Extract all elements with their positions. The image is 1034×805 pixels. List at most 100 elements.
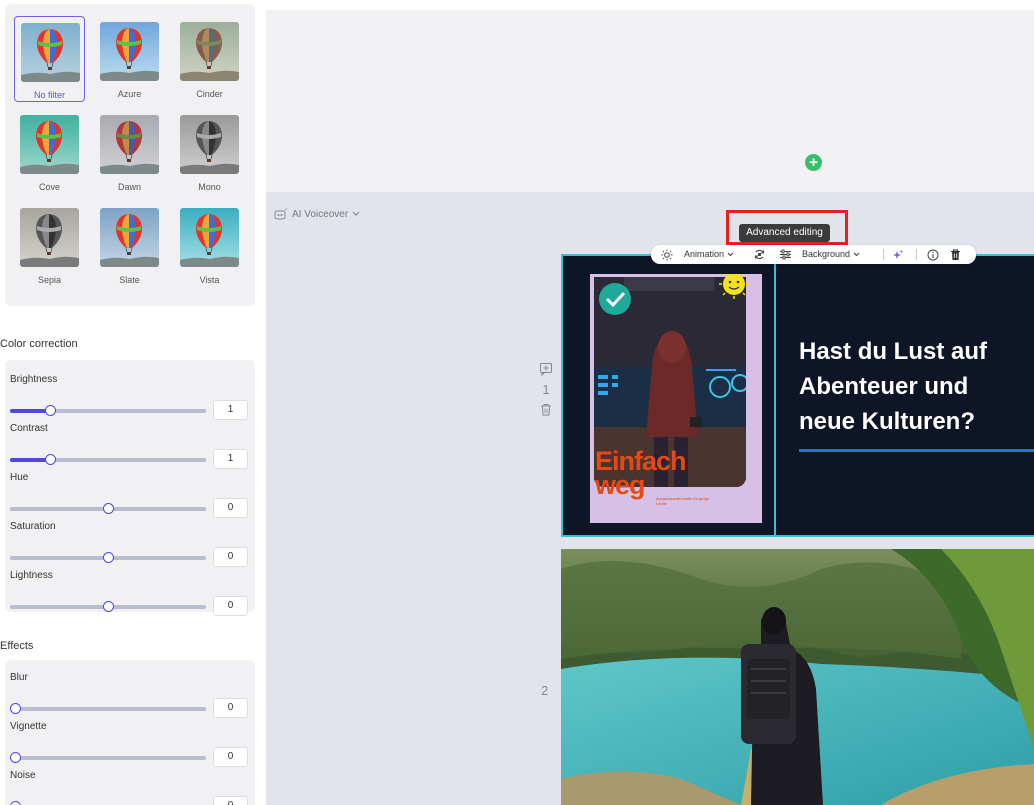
filter-option[interactable]: Azure (94, 16, 165, 102)
filter-option[interactable]: Mono (174, 109, 245, 195)
slider-value-input[interactable]: 0 (213, 547, 248, 567)
effect-slider-row: Blur 0 (5, 672, 255, 720)
slider-fill (10, 458, 50, 462)
lake-photo (561, 549, 1034, 805)
toolbar-separator (916, 249, 917, 260)
slider-label: Lightness (10, 570, 53, 581)
slider-knob[interactable] (103, 601, 114, 612)
poster-subtitle: Auslandsaufenthalte für junge Leute! (656, 496, 709, 506)
color-slider-row: Brightness 1 (5, 374, 255, 422)
slider-label: Hue (10, 472, 29, 483)
filter-label: Cove (38, 182, 60, 192)
slider-label: Contrast (10, 423, 48, 434)
filter-option[interactable]: Sepia (14, 202, 85, 288)
slider-fill (10, 409, 50, 413)
slide-heading[interactable]: Hast du Lust auf Abenteuer und neue Kult… (799, 334, 1034, 439)
badge-check-icon (599, 283, 631, 315)
editor-window: No filter Azure Cinder Cove Dawn Mono Sepia Sla… (0, 0, 1034, 805)
ai-voiceover-dropdown[interactable]: AI Voiceover (274, 208, 360, 220)
slider-track[interactable] (10, 552, 206, 563)
slider-knob[interactable] (10, 752, 21, 763)
add-page-button[interactable]: + (805, 154, 822, 171)
sun-smiley-icon (719, 274, 749, 299)
page1-controls: 1 (538, 362, 554, 416)
slider-value-input[interactable]: 1 (213, 449, 248, 469)
info-icon[interactable] (927, 245, 939, 264)
effect-slider-row: Noise 0 (5, 770, 255, 805)
filter-option[interactable]: Cove (14, 109, 85, 195)
heading-line: neue Kulturen? (799, 408, 976, 435)
slider-label: Vignette (10, 721, 47, 732)
color-slider-row: Contrast 1 (5, 423, 255, 471)
slider-value-input[interactable]: 0 (213, 596, 248, 616)
slider-value-input[interactable]: 0 (213, 698, 248, 718)
color-correction-box: Brightness 1 Contrast 1 Hue 0 Saturation 0 Light… (5, 360, 255, 616)
filter-thumbnail (20, 208, 79, 267)
slider-knob[interactable] (10, 801, 21, 805)
slider-value-input[interactable]: 1 (213, 400, 248, 420)
voiceover-label: AI Voiceover (292, 208, 349, 220)
color-correction-title: Color correction (0, 338, 78, 350)
color-slider-row: Hue 0 (5, 472, 255, 520)
filter-label: Slate (119, 275, 140, 285)
slider-knob[interactable] (103, 503, 114, 514)
chevron-down-icon (853, 252, 859, 257)
slider-track[interactable] (10, 752, 206, 763)
heading-line: Hast du Lust auf (799, 338, 988, 365)
slide-1[interactable]: Einfach weg Auslandsaufenthalte für jung… (561, 254, 1034, 537)
color-slider-row: Saturation 0 (5, 521, 255, 569)
slider-track[interactable] (10, 601, 206, 612)
slider-label: Blur (10, 672, 28, 683)
canvas-top-area (266, 10, 1034, 192)
advanced-editing-icon[interactable] (779, 245, 792, 264)
background-dropdown[interactable]: Background (802, 245, 860, 264)
brightness-icon[interactable] (661, 245, 673, 264)
slide-2[interactable] (561, 549, 1034, 805)
effects-title: Effects (0, 640, 34, 652)
slider-value-input[interactable]: 0 (213, 498, 248, 518)
filter-thumbnail (100, 208, 159, 267)
add-comment-icon[interactable] (539, 362, 553, 376)
filters-grid: No filter Azure Cinder Cove Dawn Mono Sepia Sla… (5, 4, 255, 306)
slider-knob[interactable] (10, 703, 21, 714)
filter-thumbnail (100, 115, 159, 174)
slider-track[interactable] (10, 703, 206, 714)
chevron-down-icon (352, 211, 360, 216)
slider-track[interactable] (10, 405, 206, 416)
animation-label: Animation (684, 249, 725, 259)
highlight-annotation (726, 210, 848, 245)
poster-title-line2: weg (595, 470, 646, 500)
filter-label: Azure (117, 89, 142, 99)
effect-slider-row: Vignette 0 (5, 721, 255, 769)
filter-option[interactable]: Slate (94, 202, 165, 288)
image-properties-panel: No filter Azure Cinder Cove Dawn Mono Sepia Sla… (0, 0, 262, 805)
effects-box: Blur 0 Vignette 0 Noise 0 (5, 660, 255, 805)
voiceover-robot-icon (274, 208, 288, 220)
ai-sparkle-icon[interactable] (892, 245, 904, 264)
slider-knob[interactable] (103, 552, 114, 563)
replace-image-icon[interactable] (753, 245, 766, 264)
slider-value-input[interactable]: 0 (213, 796, 248, 805)
filter-thumbnail (100, 22, 159, 81)
color-slider-row: Lightness 0 (5, 570, 255, 618)
slider-label: Noise (10, 770, 36, 781)
filter-label: Vista (199, 275, 220, 285)
page-number-2: 2 (541, 683, 549, 698)
toolbar-separator (883, 249, 884, 260)
slider-track[interactable] (10, 454, 206, 465)
filter-option[interactable]: No filter (14, 16, 85, 102)
filter-thumbnail (180, 22, 239, 81)
delete-page-icon[interactable] (540, 403, 552, 416)
slider-knob[interactable] (45, 405, 56, 416)
delete-icon[interactable] (950, 245, 961, 264)
slider-value-input[interactable]: 0 (213, 747, 248, 767)
filter-option[interactable]: Cinder (174, 16, 245, 102)
poster-image[interactable]: Einfach weg Auslandsaufenthalte für jung… (590, 274, 762, 523)
animation-dropdown[interactable]: Animation (684, 245, 734, 264)
filter-option[interactable]: Dawn (94, 109, 165, 195)
selection-divider (774, 256, 776, 535)
slider-track[interactable] (10, 503, 206, 514)
slider-label: Brightness (10, 374, 58, 385)
filter-option[interactable]: Vista (174, 202, 245, 288)
slider-knob[interactable] (45, 454, 56, 465)
